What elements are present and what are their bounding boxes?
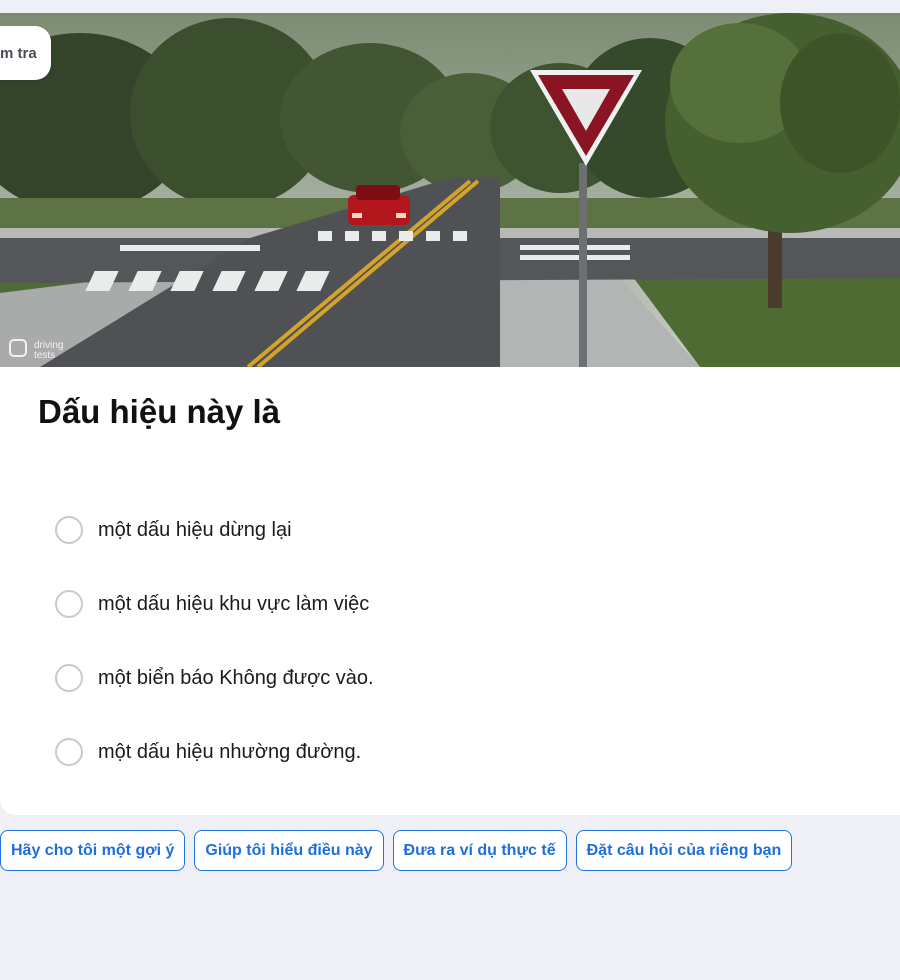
radio-icon[interactable] xyxy=(55,738,83,766)
answer-option[interactable]: một dấu hiệu dừng lại xyxy=(55,493,374,567)
question-image: driving tests xyxy=(0,13,900,367)
watermark-line2: tests xyxy=(34,350,55,361)
answer-option-label: một dấu hiệu khu vực làm việc xyxy=(98,592,370,615)
answer-option[interactable]: một dấu hiệu nhường đường. xyxy=(55,715,374,789)
test-mode-chip-label: m tra xyxy=(0,44,37,62)
real-example-button[interactable]: Đưa ra ví dụ thực tế xyxy=(392,830,567,871)
question-title: Dấu hiệu này là xyxy=(38,393,281,430)
ask-own-question-button[interactable]: Đặt câu hỏi của riêng bạn xyxy=(575,830,793,871)
answer-option[interactable]: một biển báo Không được vào. xyxy=(55,641,374,715)
suggestion-buttons: Hãy cho tôi một gợi ý Giúp tôi hiểu điều… xyxy=(0,830,793,871)
explain-button[interactable]: Giúp tôi hiểu điều này xyxy=(194,830,384,871)
answer-option[interactable]: một dấu hiệu khu vực làm việc xyxy=(55,567,374,641)
test-mode-chip[interactable]: m tra xyxy=(0,26,51,80)
radio-icon[interactable] xyxy=(55,516,83,544)
answer-option-label: một dấu hiệu dừng lại xyxy=(98,518,292,541)
answer-option-label: một biển báo Không được vào. xyxy=(98,666,374,689)
hint-button[interactable]: Hãy cho tôi một gợi ý xyxy=(0,830,186,871)
radio-icon[interactable] xyxy=(55,590,83,618)
answer-option-label: một dấu hiệu nhường đường. xyxy=(98,740,362,763)
radio-icon[interactable] xyxy=(55,664,83,692)
answer-options: một dấu hiệu dừng lại một dấu hiệu khu v… xyxy=(55,493,374,789)
